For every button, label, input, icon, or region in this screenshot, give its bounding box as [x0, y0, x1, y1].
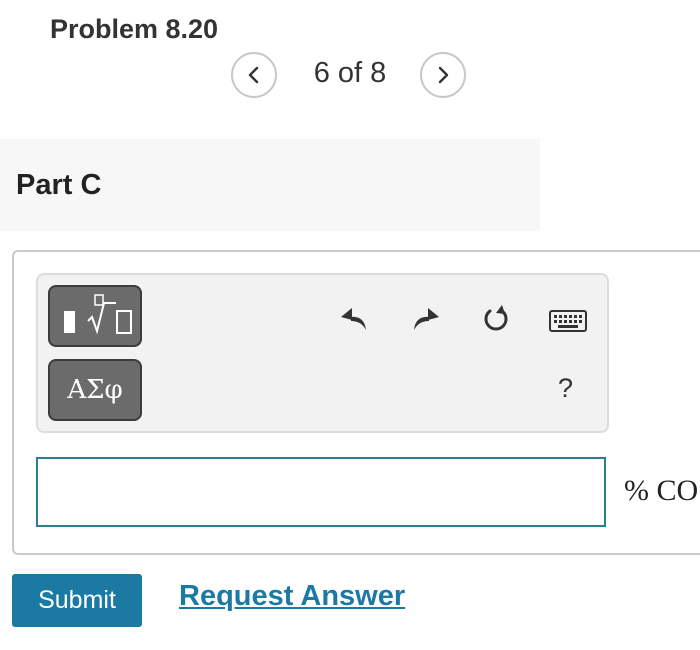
templates-button[interactable]: [48, 285, 142, 347]
answer-panel: ΑΣφ ? % CO: [12, 250, 700, 555]
part-header: Part C: [0, 139, 540, 231]
greek-symbols-button[interactable]: ΑΣφ: [48, 359, 142, 421]
page: Problem 8.20 6 of 8 Part C ΑΣφ ? % CO Su…: [0, 0, 700, 650]
chevron-left-icon: [248, 66, 259, 84]
redo-icon: [414, 308, 439, 330]
reset-button[interactable]: [478, 301, 514, 337]
pager-text: 6 of 8: [313, 57, 387, 89]
unit-label: % CO: [624, 474, 699, 507]
submit-button[interactable]: Submit: [12, 574, 142, 627]
keyboard-icon: [549, 310, 587, 332]
reset-icon: [484, 305, 508, 331]
problem-title: Problem 8.20: [50, 14, 219, 44]
redo-button[interactable]: [408, 301, 444, 337]
undo-icon: [341, 308, 366, 330]
answer-input[interactable]: [36, 457, 606, 527]
undo-button[interactable]: [336, 301, 372, 337]
fraction-root-template-icon: [64, 294, 132, 335]
previous-button[interactable]: [231, 52, 277, 98]
next-button[interactable]: [420, 52, 466, 98]
help-button[interactable]: ?: [558, 373, 573, 404]
request-answer-link[interactable]: Request Answer: [179, 580, 405, 613]
part-title: Part C: [16, 169, 102, 201]
chevron-right-icon: [438, 66, 449, 84]
math-toolbar: ΑΣφ ?: [36, 273, 609, 433]
keyboard-button[interactable]: [548, 303, 588, 339]
